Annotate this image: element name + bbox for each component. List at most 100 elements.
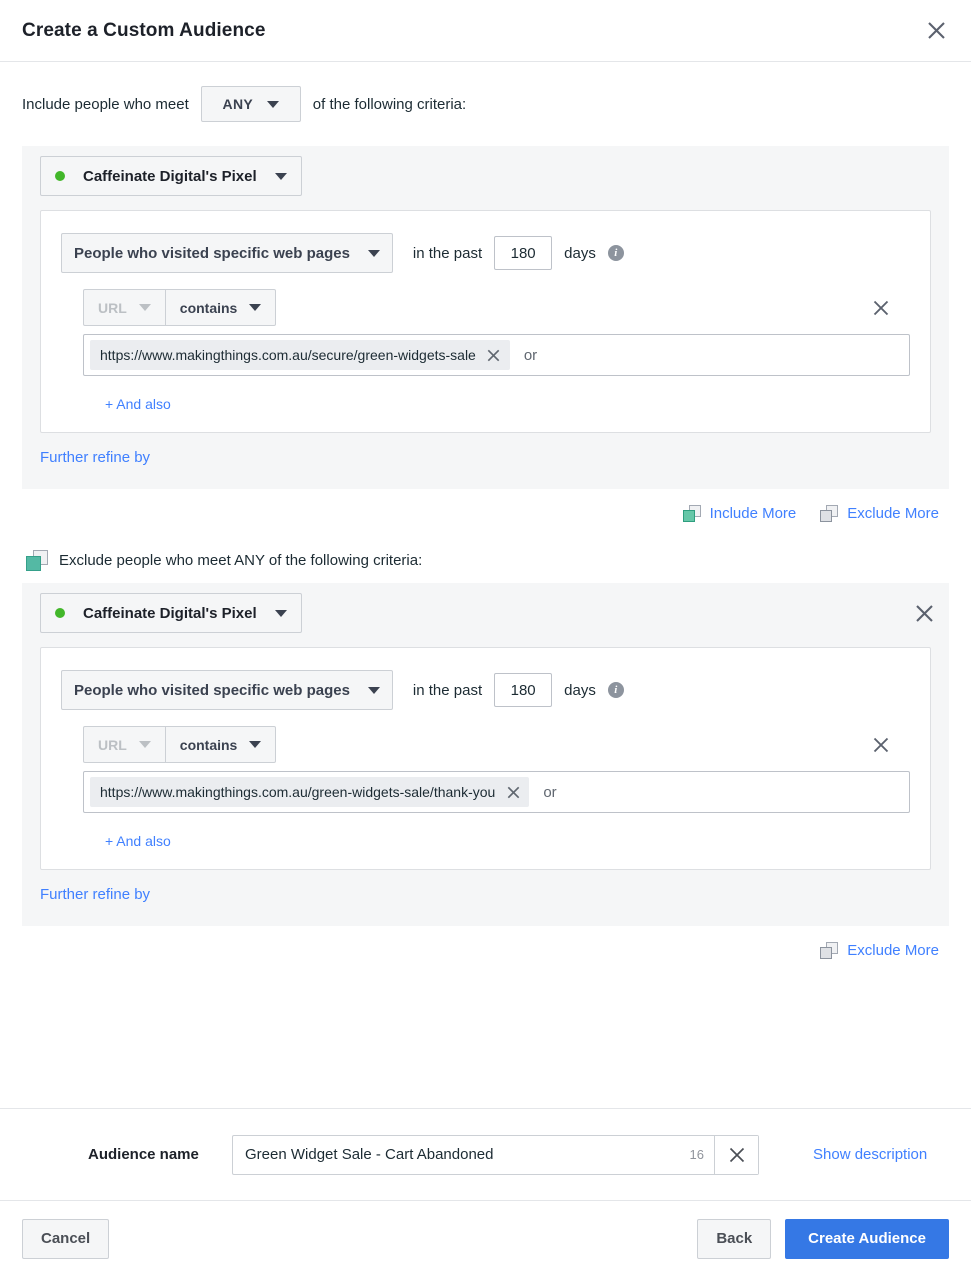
- audience-name-input[interactable]: [233, 1135, 690, 1174]
- dialog-footer: Cancel Back Create Audience: [0, 1200, 971, 1276]
- include-condition-field-value: URL: [98, 299, 127, 316]
- include-rule-group: Caffeinate Digital's Pixel People who vi…: [22, 146, 949, 489]
- exclude-rule-card: People who visited specific web pages in…: [40, 647, 931, 870]
- exclude-event-select[interactable]: People who visited specific web pages: [61, 670, 393, 710]
- audience-name-label: Audience name: [88, 1146, 199, 1163]
- include-condition-remove-icon[interactable]: [867, 294, 895, 322]
- include-further-refine-link[interactable]: Further refine by: [40, 449, 150, 466]
- chevron-down-icon: [249, 304, 262, 311]
- include-pixel-row: Caffeinate Digital's Pixel: [40, 156, 931, 196]
- dialog-body: Include people who meet ANY of the follo…: [0, 62, 971, 1108]
- include-more-squares-icon: [682, 504, 701, 522]
- exclude-and-also-link[interactable]: + And also: [105, 833, 171, 849]
- exclude-url-token-remove-icon[interactable]: [501, 780, 525, 804]
- exclude-url-token-field[interactable]: https://www.makingthings.com.au/green-wi…: [83, 771, 910, 813]
- info-icon[interactable]: i: [607, 245, 624, 261]
- audience-name-section: Audience name 16 Show description: [0, 1108, 971, 1200]
- audience-name-char-count: 16: [689, 1147, 704, 1162]
- exclude-retention-days-input[interactable]: [494, 673, 553, 707]
- dialog-header: Create a Custom Audience: [0, 0, 971, 62]
- exclude-event-row: People who visited specific web pages in…: [61, 670, 910, 710]
- exclude-further-refine-link[interactable]: Further refine by: [40, 886, 150, 903]
- match-operator-select[interactable]: ANY: [200, 86, 301, 122]
- exclude-condition-selectors: URL contains: [83, 726, 277, 763]
- include-and-also-link[interactable]: + And also: [105, 396, 171, 412]
- exclude-squares-icon: [26, 549, 48, 571]
- exclude-more-squares-icon: [820, 504, 839, 522]
- chevron-down-icon: [138, 741, 151, 748]
- exclude-url-token: https://www.makingthings.com.au/green-wi…: [90, 777, 530, 807]
- chevron-down-icon: [367, 249, 380, 257]
- include-event-row: People who visited specific web pages in…: [61, 233, 910, 273]
- cancel-button[interactable]: Cancel: [22, 1218, 110, 1259]
- include-condition-operator-select[interactable]: contains: [165, 289, 277, 326]
- exclude-condition-field-select[interactable]: URL: [83, 726, 166, 763]
- include-condition-field-select[interactable]: URL: [83, 289, 166, 326]
- include-more-label: Include More: [709, 504, 797, 522]
- exclude-section-header: Exclude people who meet ANY of the follo…: [22, 537, 949, 583]
- include-more-button[interactable]: Include More: [682, 504, 797, 522]
- exclude-header-label: Exclude people who meet ANY of the follo…: [59, 551, 423, 569]
- exclude-condition-operator-select[interactable]: contains: [165, 726, 277, 763]
- create-audience-button[interactable]: Create Audience: [785, 1218, 949, 1259]
- exclude-condition-head: URL contains: [83, 726, 910, 763]
- exclude-more-squares-icon: [820, 941, 839, 959]
- info-icon[interactable]: i: [607, 682, 624, 698]
- chevron-down-icon: [274, 172, 287, 180]
- exclude-event-value: People who visited specific web pages: [74, 681, 350, 699]
- exclude-condition-operator-value: contains: [179, 736, 238, 753]
- include-condition-operator-value: contains: [179, 299, 238, 316]
- exclude-more-button-top[interactable]: Exclude More: [820, 504, 939, 522]
- exclude-condition-remove-icon[interactable]: [867, 731, 895, 759]
- exclude-more-label-bottom: Exclude More: [847, 941, 939, 959]
- exclude-retention-suffix: days: [564, 681, 596, 699]
- exclude-group-remove-icon[interactable]: [909, 598, 939, 628]
- exclude-retention-prefix: in the past: [412, 681, 483, 699]
- chevron-down-icon: [367, 686, 380, 694]
- chevron-down-icon: [249, 741, 262, 748]
- exclude-pixel-name: Caffeinate Digital's Pixel: [83, 604, 257, 622]
- exclude-rule-group: Caffeinate Digital's Pixel People who vi…: [22, 583, 949, 926]
- match-operator-value: ANY: [222, 96, 254, 112]
- create-custom-audience-dialog: Create a Custom Audience Include people …: [0, 0, 971, 1276]
- include-url-token-text: https://www.makingthings.com.au/secure/g…: [100, 347, 476, 363]
- include-condition-head: URL contains: [83, 289, 910, 326]
- exclude-more-bar: Exclude More: [22, 926, 949, 974]
- pixel-status-dot-icon: [55, 171, 65, 181]
- include-more-bar: Include More Exclude More: [22, 489, 949, 537]
- close-icon[interactable]: [919, 14, 953, 48]
- include-url-token-field[interactable]: https://www.makingthings.com.au/secure/g…: [83, 334, 910, 376]
- page-title: Create a Custom Audience: [22, 19, 266, 41]
- include-retention-suffix: days: [564, 244, 596, 262]
- include-rule-card: People who visited specific web pages in…: [40, 210, 931, 433]
- include-pixel-source-select[interactable]: Caffeinate Digital's Pixel: [40, 156, 302, 196]
- exclude-condition-field-value: URL: [98, 736, 127, 753]
- pixel-status-dot-icon: [55, 608, 65, 618]
- include-condition-selectors: URL contains: [83, 289, 277, 326]
- include-rule-panel: Caffeinate Digital's Pixel People who vi…: [22, 146, 949, 489]
- exclude-url-token-text: https://www.makingthings.com.au/green-wi…: [100, 784, 496, 800]
- include-pixel-name: Caffeinate Digital's Pixel: [83, 167, 257, 185]
- include-url-token: https://www.makingthings.com.au/secure/g…: [90, 340, 510, 370]
- include-prefix-label: Include people who meet: [22, 95, 189, 113]
- show-description-link[interactable]: Show description: [813, 1146, 927, 1163]
- include-url-token-remove-icon[interactable]: [482, 343, 506, 367]
- chevron-down-icon: [267, 100, 280, 108]
- footer-actions: Back Create Audience: [697, 1218, 949, 1259]
- include-event-select[interactable]: People who visited specific web pages: [61, 233, 393, 273]
- include-retention-days-input[interactable]: [494, 236, 553, 270]
- audience-name-box: 16: [232, 1134, 759, 1175]
- exclude-more-button-bottom[interactable]: Exclude More: [820, 941, 939, 959]
- exclude-pixel-source-select[interactable]: Caffeinate Digital's Pixel: [40, 593, 302, 633]
- exclude-pixel-row: Caffeinate Digital's Pixel: [40, 593, 933, 633]
- include-suffix-label: of the following criteria:: [312, 95, 467, 113]
- back-button[interactable]: Back: [697, 1218, 772, 1259]
- include-retention-prefix: in the past: [412, 244, 483, 262]
- exclude-rule-panel: Caffeinate Digital's Pixel People who vi…: [22, 583, 949, 926]
- audience-name-clear-icon[interactable]: [714, 1135, 758, 1174]
- include-event-value: People who visited specific web pages: [74, 244, 350, 262]
- chevron-down-icon: [274, 609, 287, 617]
- include-criteria-line: Include people who meet ANY of the follo…: [22, 62, 949, 146]
- exclude-url-input-placeholder: or: [543, 783, 557, 801]
- include-url-input-placeholder: or: [523, 346, 538, 364]
